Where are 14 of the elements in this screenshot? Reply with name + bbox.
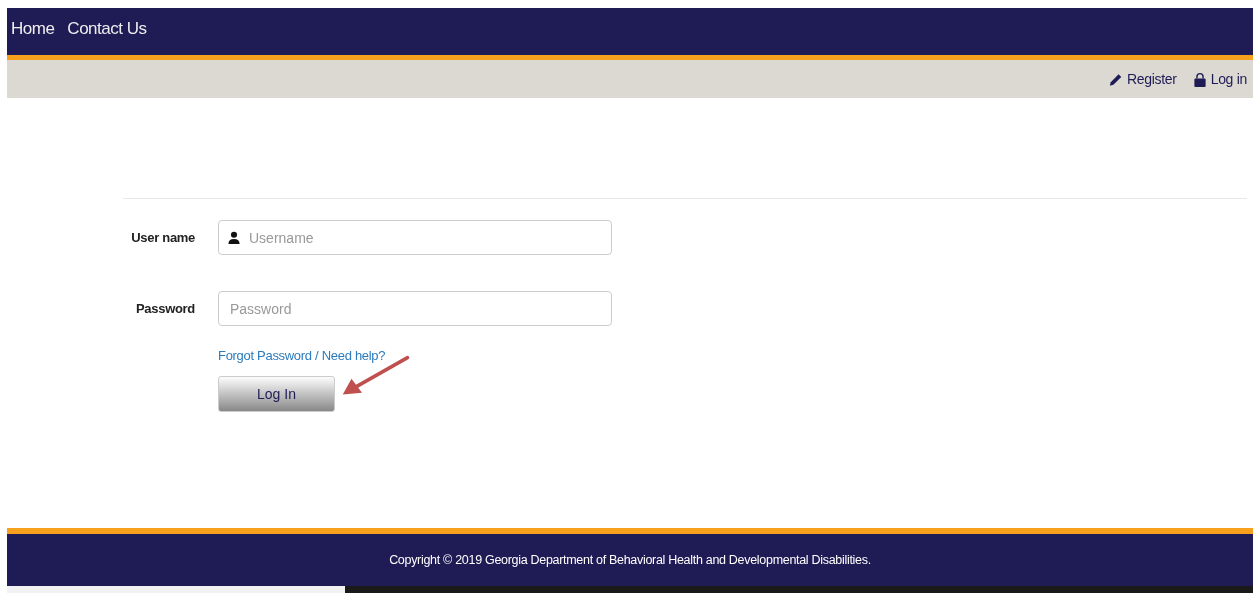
username-field[interactable]: Username <box>218 220 612 255</box>
account-link[interactable]: Register <box>1108 71 1177 87</box>
copyright-text: Copyright © 2019 Georgia Department of Behavioral Health and Developmental Disabilities. <box>389 553 871 567</box>
field-label: Password <box>135 301 195 316</box>
user-icon <box>228 231 240 244</box>
nav-link[interactable]: Contact Us <box>67 18 147 39</box>
forgot-password-link[interactable]: Forgot Password / Need help? <box>218 348 386 363</box>
password-field[interactable]: Password <box>218 291 612 326</box>
login-button[interactable]: Log In <box>218 376 335 412</box>
account-link[interactable]: Log in <box>1192 71 1247 87</box>
nav-link[interactable]: Home <box>11 18 55 39</box>
lock-icon <box>1192 71 1207 87</box>
pencil-icon <box>1108 71 1123 87</box>
field-label: User name <box>130 230 195 245</box>
